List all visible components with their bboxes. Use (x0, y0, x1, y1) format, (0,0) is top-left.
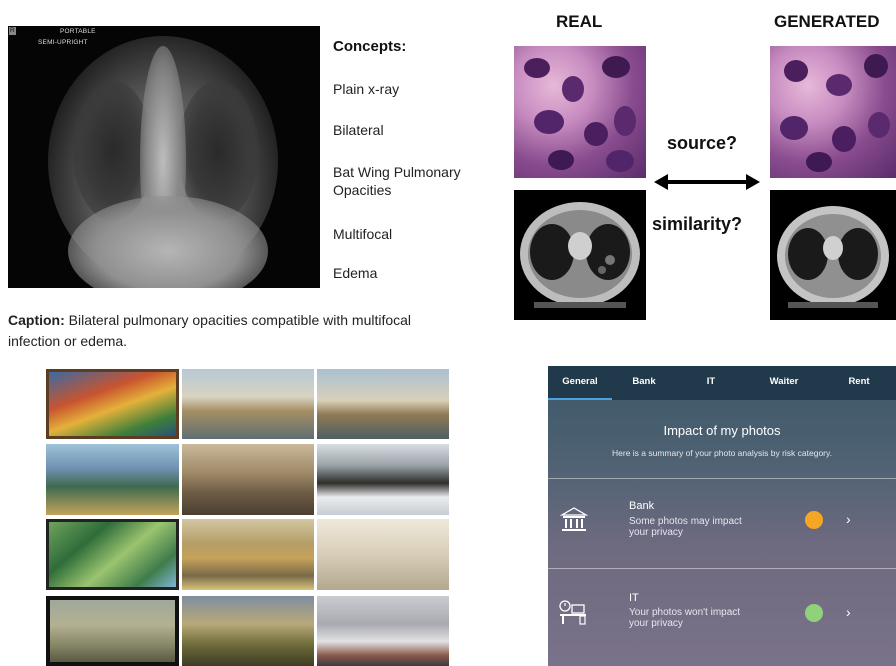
real-ct-image (514, 190, 646, 320)
category-row-bank[interactable]: Bank Some photos may impact your privacy… (548, 479, 896, 567)
painting-thumbnail (317, 596, 449, 666)
row-desc-line2: your privacy (629, 527, 683, 538)
portable-label: PORTABLE (60, 28, 96, 35)
real-heading: REAL (556, 12, 603, 31)
double-arrow-icon (654, 174, 760, 190)
painting-thumbnail (182, 596, 314, 666)
row-name: Bank (629, 500, 655, 512)
tab-general[interactable]: General (548, 366, 612, 400)
chest-xray-image: R PORTABLE SEMI-UPRIGHT (8, 26, 320, 288)
tab-it[interactable]: IT (676, 366, 746, 400)
chevron-right-icon: › (846, 511, 851, 527)
status-dot-orange (805, 511, 823, 529)
generated-heading: GENERATED (774, 12, 880, 31)
bank-icon (560, 507, 588, 531)
impact-title: Impact of my photos (663, 423, 781, 438)
real-histology-image (514, 46, 646, 178)
concept-item: Plain x-ray (333, 81, 400, 97)
tab-waiter[interactable]: Waiter (746, 366, 822, 400)
caption: Caption: Bilateral pulmonary opacities c… (8, 310, 448, 352)
generated-histology-image (770, 46, 896, 178)
painting-thumbnail (317, 369, 449, 439)
concept-item: Bat Wing Pulmonary Opacities (333, 164, 461, 198)
source-question: source? (667, 133, 738, 153)
impact-subtitle: Here is a summary of your photo analysis… (612, 448, 832, 458)
painting-thumbnail (46, 519, 179, 590)
painting-thumbnail (182, 444, 314, 515)
painting-thumbnail (46, 596, 179, 666)
chevron-right-icon: › (846, 604, 851, 620)
tab-rent[interactable]: Rent (822, 366, 896, 400)
row-desc-line1: Your photos won't impact (629, 607, 741, 618)
caption-label: Caption: (8, 312, 65, 328)
painting-thumbnail (182, 369, 314, 439)
tab-bar: General Bank IT Waiter Rent (548, 366, 896, 400)
painting-thumbnail (46, 369, 179, 439)
similarity-question: similarity? (652, 214, 743, 234)
tab-bank[interactable]: Bank (612, 366, 676, 400)
privacy-app-screen: General Bank IT Waiter Rent Impact of my… (548, 366, 896, 666)
office-desk-icon (559, 600, 586, 625)
painting-thumbnail (317, 519, 449, 590)
concept-item: Edema (333, 265, 378, 281)
category-row-it[interactable]: IT Your photos won't impact your privacy… (548, 569, 896, 657)
painting-thumbnail (317, 444, 449, 515)
painting-thumbnail (182, 519, 314, 590)
status-dot-green (805, 604, 823, 622)
generated-ct-image (770, 190, 896, 320)
concept-item: Multifocal (333, 226, 393, 242)
semi-upright-label: SEMI-UPRIGHT (38, 39, 88, 46)
painting-thumbnail (46, 444, 179, 515)
row-desc-line2: your privacy (629, 618, 683, 629)
concepts-title: Concepts: (333, 38, 407, 55)
caption-text: Bilateral pulmonary opacities compatible… (8, 312, 412, 349)
marker-label: R (9, 27, 16, 35)
row-name: IT (629, 592, 639, 604)
concept-item: Bilateral (333, 122, 384, 138)
row-desc-line1: Some photos may impact (629, 516, 742, 527)
